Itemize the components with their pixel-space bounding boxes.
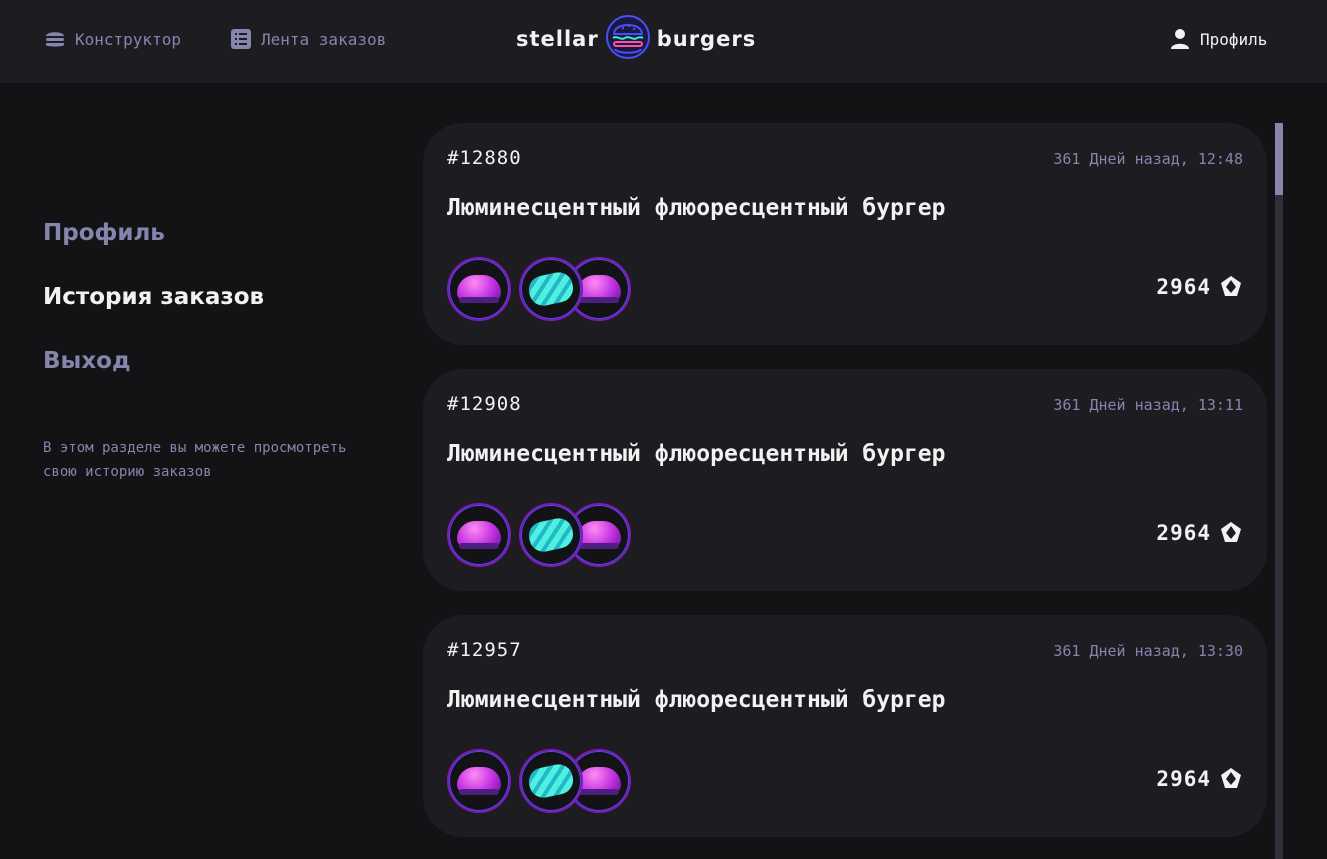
- ingredient-bun-icon: [447, 503, 511, 567]
- order-ingredients: [447, 503, 631, 567]
- currency-icon: [1219, 275, 1243, 299]
- app-header: Конструктор Лента заказов stellar burger…: [0, 0, 1327, 83]
- list-icon: [229, 27, 253, 51]
- logo-text-right: burgers: [656, 27, 757, 51]
- ingredient-bun-icon: [447, 749, 511, 813]
- order-name: Люминесцентный флюоресцентный бургер: [447, 687, 946, 713]
- order-name: Люминесцентный флюоресцентный бургер: [447, 195, 946, 221]
- order-number: #12957: [447, 639, 522, 661]
- order-card[interactable]: #12908 361 Дней назад, 13:11 Люминесцент…: [423, 369, 1267, 591]
- ingredient-bun-icon: [447, 257, 511, 321]
- burger-icon: [43, 27, 67, 51]
- order-price-value: 2964: [1156, 767, 1211, 791]
- logo-text-left: stellar: [516, 27, 599, 51]
- sidebar-item-order-history[interactable]: История заказов: [43, 284, 264, 310]
- order-history-list[interactable]: #12880 361 Дней назад, 12:48 Люминесцент…: [423, 123, 1267, 859]
- profile-icon: [1168, 27, 1192, 51]
- order-date: 361 Дней назад, 13:30: [1053, 642, 1243, 660]
- order-price-value: 2964: [1156, 275, 1211, 299]
- nav-constructor[interactable]: Конструктор: [43, 27, 181, 51]
- order-price: 2964: [1156, 275, 1243, 299]
- order-card[interactable]: #12880 361 Дней назад, 12:48 Люминесцент…: [423, 123, 1267, 345]
- nav-feed-label: Лента заказов: [261, 29, 387, 49]
- sidebar-item-exit[interactable]: Выход: [43, 348, 131, 374]
- currency-icon: [1219, 767, 1243, 791]
- scrollbar-track[interactable]: [1275, 123, 1283, 859]
- nav-profile[interactable]: Профиль: [1168, 27, 1267, 51]
- order-price-value: 2964: [1156, 521, 1211, 545]
- nav-profile-label: Профиль: [1200, 29, 1268, 49]
- sidebar-note: В этом разделе вы можете просмотреть сво…: [43, 440, 347, 480]
- logo-burger-icon: [605, 14, 651, 65]
- order-price: 2964: [1156, 767, 1243, 791]
- nav-order-feed[interactable]: Лента заказов: [229, 27, 386, 51]
- ingredient-meat-icon: [519, 503, 583, 567]
- order-number: #12908: [447, 393, 522, 415]
- order-price: 2964: [1156, 521, 1243, 545]
- ingredient-meat-icon: [519, 749, 583, 813]
- order-ingredients: [447, 749, 631, 813]
- currency-icon: [1219, 521, 1243, 545]
- order-number: #12880: [447, 147, 522, 169]
- order-card[interactable]: #12957 361 Дней назад, 13:30 Люминесцент…: [423, 615, 1267, 837]
- order-ingredients: [447, 257, 631, 321]
- nav-constructor-label: Конструктор: [75, 29, 181, 49]
- scrollbar-thumb[interactable]: [1275, 123, 1283, 195]
- logo[interactable]: stellar burgers: [516, 14, 757, 65]
- order-date: 361 Дней назад, 13:11: [1053, 396, 1243, 414]
- order-name: Люминесцентный флюоресцентный бургер: [447, 441, 946, 467]
- order-date: 361 Дней назад, 12:48: [1053, 150, 1243, 168]
- ingredient-meat-icon: [519, 257, 583, 321]
- sidebar-item-profile[interactable]: Профиль: [43, 220, 165, 246]
